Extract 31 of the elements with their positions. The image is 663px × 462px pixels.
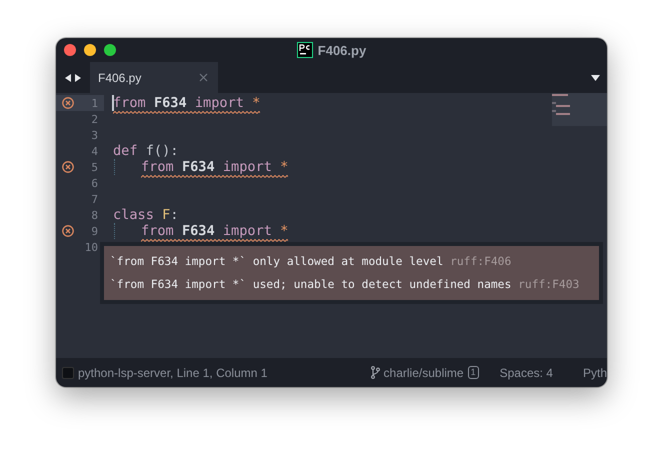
window-title: F406.py bbox=[318, 42, 366, 58]
line-number: 5 bbox=[90, 160, 98, 174]
close-icon[interactable] bbox=[199, 73, 208, 82]
branch-icon bbox=[370, 366, 380, 379]
branch-badge: 1 bbox=[468, 366, 479, 379]
app-icon bbox=[296, 42, 313, 58]
diagnostic-message: `from F634 import *` used; unable to detect undefined names ruff:F403 bbox=[110, 278, 580, 291]
panel-toggle-icon[interactable] bbox=[62, 366, 74, 378]
text-cursor bbox=[112, 95, 114, 111]
close-button[interactable] bbox=[64, 44, 76, 56]
file-tab[interactable]: F406.py bbox=[90, 62, 218, 93]
line-number: 2 bbox=[90, 112, 98, 126]
line-number: 8 bbox=[90, 208, 98, 222]
line-number: 7 bbox=[90, 192, 98, 206]
minimize-button[interactable] bbox=[84, 44, 96, 56]
tab-navigation-icon[interactable] bbox=[65, 74, 81, 82]
syntax-label[interactable]: Pyth bbox=[582, 366, 607, 380]
line-number: 10 bbox=[84, 240, 98, 254]
branch-name[interactable]: charlie/sublime bbox=[384, 366, 464, 380]
line-number: 9 bbox=[90, 224, 98, 238]
status-text: python-lsp-server, Line 1, Column 1 bbox=[78, 366, 268, 380]
line-number: 4 bbox=[90, 144, 98, 158]
line-number: 3 bbox=[90, 128, 98, 142]
indentation-setting[interactable]: Spaces: 4 bbox=[500, 366, 553, 380]
zoom-button[interactable] bbox=[104, 44, 116, 56]
line-number: 6 bbox=[90, 176, 98, 190]
code-line: class F: bbox=[113, 207, 178, 224]
dropdown-icon[interactable] bbox=[590, 74, 600, 80]
diagnostic-message: `from F634 import *` only allowed at module level ruff:F406 bbox=[110, 255, 512, 268]
code-line: def f(): bbox=[113, 143, 178, 160]
line-number: 1 bbox=[90, 96, 98, 110]
